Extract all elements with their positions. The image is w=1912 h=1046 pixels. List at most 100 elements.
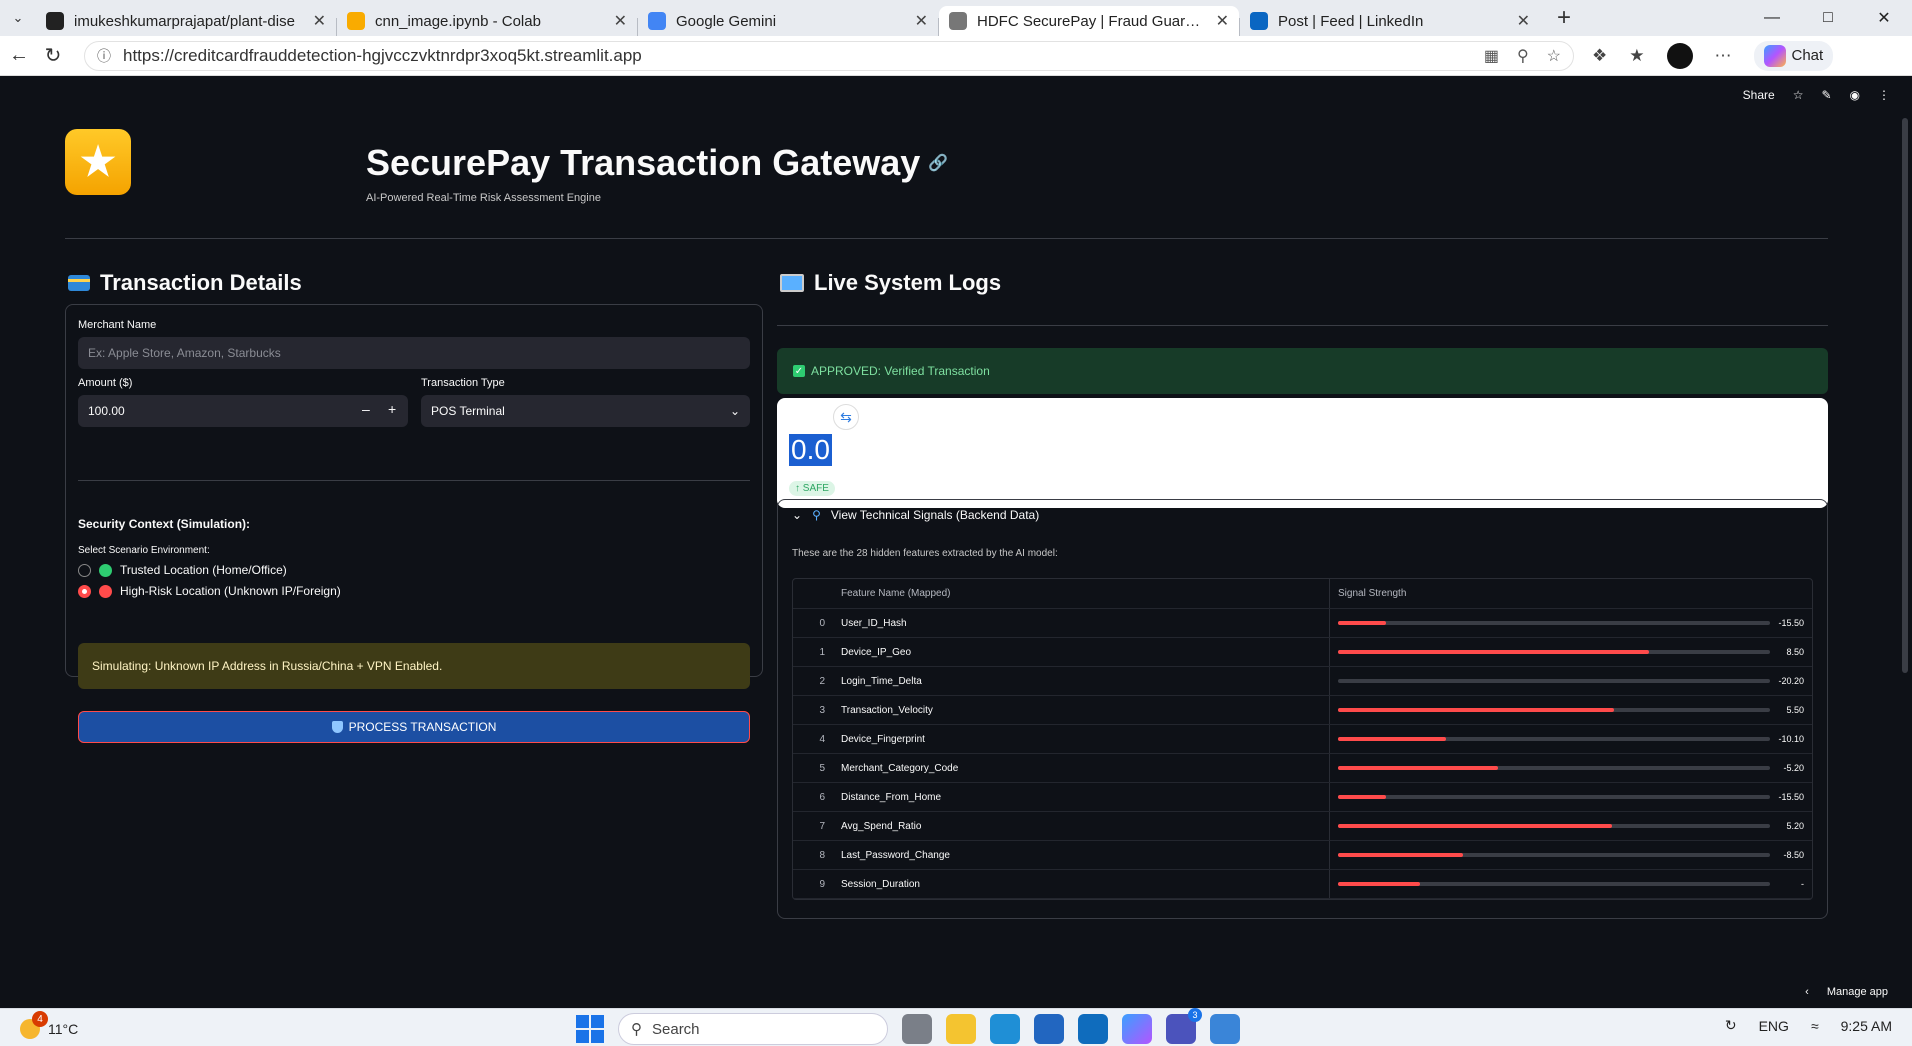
- page-title-text: SecurePay Transaction Gateway: [366, 142, 921, 183]
- close-tab-icon[interactable]: ✕: [915, 11, 928, 31]
- credit-card-icon: [68, 275, 90, 291]
- search-placeholder: Search: [652, 1020, 700, 1038]
- risk-delta-badge: ↑ SAFE: [789, 481, 835, 496]
- close-tab-icon[interactable]: ✕: [1216, 11, 1229, 31]
- time[interactable]: 9:25 AM: [1841, 1018, 1892, 1034]
- teams-badge: 3: [1188, 1008, 1202, 1022]
- language-indicator[interactable]: ENG: [1759, 1018, 1789, 1034]
- store-icon[interactable]: [1034, 1014, 1064, 1044]
- close-tab-icon[interactable]: ✕: [313, 11, 326, 31]
- close-tab-icon[interactable]: ✕: [614, 11, 627, 31]
- table-row: 9 Session_Duration -: [793, 870, 1812, 899]
- radio-option-high-risk[interactable]: High-Risk Location (Unknown IP/Foreign): [78, 584, 341, 598]
- back-icon[interactable]: ←: [2, 44, 36, 67]
- copilot-chat-button[interactable]: Chat: [1753, 40, 1834, 71]
- file-explorer-icon[interactable]: [946, 1014, 976, 1044]
- colab-icon: [347, 12, 365, 30]
- transaction-type-select[interactable]: POS Terminal ⌄: [421, 395, 750, 427]
- extensions-icon[interactable]: ❖: [1592, 46, 1607, 66]
- scrollbar[interactable]: [1902, 118, 1908, 673]
- signal-cell: -10.10: [1330, 734, 1812, 744]
- refresh-icon[interactable]: ⇆: [833, 404, 859, 430]
- radio-button[interactable]: [78, 563, 91, 577]
- signals-table: Feature Name (Mapped) Signal Strength 0U…: [792, 578, 1813, 900]
- taskbar-search[interactable]: ⚲ Search: [618, 1013, 888, 1045]
- sync-icon[interactable]: ↻: [1725, 1017, 1737, 1034]
- signal-column-header[interactable]: Signal Strength: [1330, 588, 1812, 599]
- browser-tab[interactable]: Post | Feed | LinkedIn ✕: [1240, 6, 1540, 36]
- feature-column-header[interactable]: Feature Name (Mapped): [833, 579, 1330, 608]
- maximize-button[interactable]: □: [1800, 0, 1856, 36]
- increment-button[interactable]: +: [388, 401, 396, 417]
- browser-tab-strip: ⌄ imukeshkumarprajapat/plant-dise ✕ cnn_im…: [0, 0, 1912, 36]
- scenario-label: Select Scenario Environment:: [78, 545, 210, 556]
- site-info-icon[interactable]: ⓘ: [97, 46, 111, 66]
- tab-list-chevron-icon[interactable]: ⌄: [0, 0, 36, 36]
- wifi-icon[interactable]: ≈: [1811, 1018, 1819, 1034]
- warning-text: Simulating: Unknown IP Address in Russia…: [92, 659, 443, 673]
- anchor-link-icon[interactable]: 🔗: [928, 153, 948, 173]
- close-window-button[interactable]: ✕: [1856, 0, 1912, 36]
- browser-tab[interactable]: imukeshkumarprajapat/plant-dise ✕: [36, 6, 336, 36]
- radio-label: Trusted Location (Home/Office): [120, 563, 287, 577]
- taskbar-apps: ⚲ Search 3: [576, 1008, 1240, 1045]
- minimize-button[interactable]: —: [1744, 0, 1800, 36]
- main-menu-icon[interactable]: ⋮: [1878, 88, 1890, 102]
- merchant-name-input[interactable]: Ex: Apple Store, Amazon, Starbucks: [78, 337, 750, 369]
- github-icon[interactable]: ◉: [1850, 88, 1860, 102]
- task-view-icon[interactable]: [902, 1014, 932, 1044]
- favorite-star-icon[interactable]: ☆: [1547, 46, 1561, 66]
- live-logs-title: Live System Logs: [814, 270, 1002, 295]
- signal-bar: [1338, 621, 1386, 625]
- decrement-button[interactable]: –: [362, 401, 370, 417]
- windows-taskbar: 4 11°C ⚲ Search 3 ↻ ENG ≈ 9:25 AM: [0, 1008, 1912, 1046]
- star-icon[interactable]: ☆: [1793, 88, 1804, 102]
- app-available-icon[interactable]: ▦: [1484, 46, 1499, 66]
- refresh-icon[interactable]: ↻: [36, 43, 70, 68]
- page-subtitle: AI-Powered Real-Time Risk Assessment Eng…: [366, 192, 601, 204]
- edge-icon[interactable]: [990, 1014, 1020, 1044]
- edit-icon[interactable]: ✎: [1821, 88, 1831, 102]
- process-transaction-button[interactable]: PROCESS TRANSACTION: [78, 711, 750, 743]
- live-logs-heading: Live System Logs: [780, 270, 1001, 296]
- signal-value: -: [1801, 879, 1804, 889]
- signal-bar-track: [1338, 824, 1770, 828]
- browser-tab[interactable]: Google Gemini ✕: [638, 6, 938, 36]
- amount-input[interactable]: 100.00: [78, 395, 408, 427]
- chevron-left-icon[interactable]: ‹: [1805, 986, 1809, 998]
- gemini-icon: [648, 12, 666, 30]
- zoom-icon[interactable]: ⚲: [1517, 46, 1529, 66]
- browser-tab[interactable]: cnn_image.ipynb - Colab ✕: [337, 6, 637, 36]
- copilot-app-icon[interactable]: [1122, 1014, 1152, 1044]
- amount-label: Amount ($): [78, 377, 133, 389]
- start-icon[interactable]: [576, 1015, 604, 1043]
- share-button[interactable]: Share: [1743, 88, 1775, 102]
- radio-button-selected[interactable]: [78, 584, 91, 598]
- mail-icon[interactable]: [1210, 1014, 1240, 1044]
- transaction-type-value: POS Terminal: [431, 404, 505, 418]
- process-label: PROCESS TRANSACTION: [348, 720, 497, 734]
- divider: [777, 325, 1828, 326]
- favorites-icon[interactable]: ★: [1629, 46, 1644, 66]
- tab-title: Google Gemini: [676, 12, 777, 30]
- expander-header[interactable]: ⌄ ⚲ View Technical Signals (Backend Data…: [792, 508, 1039, 522]
- feature-name: User_ID_Hash: [833, 609, 1330, 637]
- profile-avatar[interactable]: [1666, 42, 1693, 69]
- browser-tab[interactable]: HDFC SecurePay | Fraud Guard · St ✕: [939, 6, 1239, 36]
- teams-icon[interactable]: 3: [1166, 1008, 1202, 1044]
- signal-bar-track: [1338, 766, 1770, 770]
- amount-value: 100.00: [88, 404, 125, 418]
- signal-bar: [1338, 795, 1386, 799]
- chevron-down-icon: ⌄: [729, 404, 740, 418]
- address-bar[interactable]: ⓘ https://creditcardfrauddetection-hgjvc…: [84, 40, 1574, 71]
- weather-widget[interactable]: 4 11°C: [20, 1011, 78, 1039]
- close-tab-icon[interactable]: ✕: [1517, 11, 1530, 31]
- signal-bar: [1338, 766, 1498, 770]
- outlook-icon[interactable]: [1078, 1014, 1108, 1044]
- more-menu-icon[interactable]: ⋯: [1715, 46, 1732, 66]
- radio-option-trusted[interactable]: Trusted Location (Home/Office): [78, 563, 287, 577]
- row-index: 1: [819, 646, 825, 658]
- divider: [65, 238, 1828, 239]
- manage-app-button[interactable]: Manage app: [1827, 986, 1888, 998]
- new-tab-button[interactable]: +: [1546, 4, 1582, 32]
